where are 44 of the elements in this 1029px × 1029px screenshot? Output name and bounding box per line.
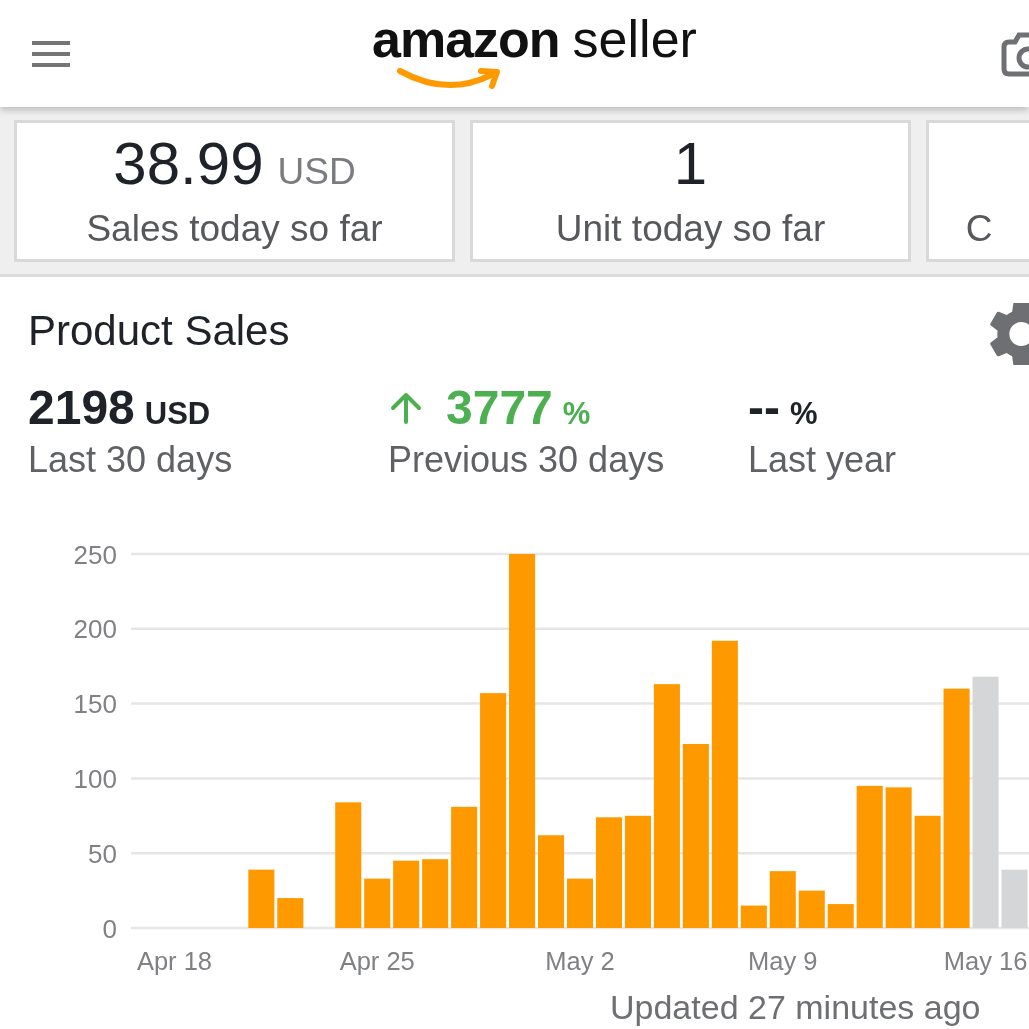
y-tick-label: 0 [102,913,117,944]
stat-unit: % [562,396,591,432]
sales-bar [277,898,304,929]
sales-bar [393,861,420,929]
card-label: C [964,207,994,251]
sales-bar [1001,870,1028,929]
card-label: Sales today so far [85,207,384,251]
stat-label: Last 30 days [28,438,234,482]
sales-bar [769,871,796,929]
y-tick-label: 100 [73,764,117,795]
sales-bar [364,879,391,929]
x-tick-label: May 9 [748,947,818,976]
x-tick-label: May 2 [545,947,615,976]
menu-icon[interactable] [32,40,70,67]
card-value: 1 [673,129,708,198]
card-label: Unit today so far [554,207,827,251]
sales-bar [248,870,275,929]
y-tick-label: 250 [73,539,117,570]
stat-label: Previous 30 days [388,438,666,482]
updated-timestamp: Updated 27 minutes ago [610,989,982,1027]
sales-bar [798,891,825,929]
stat-unit: USD [144,396,211,432]
x-tick-label: May 16 [943,947,1028,976]
card-value: 38.99 [113,129,264,198]
y-tick-label: 150 [73,689,117,720]
stat-value: 3777 [446,380,553,436]
y-tick-label: 50 [88,839,117,870]
settings-icon[interactable] [990,303,1029,365]
smile-arrow-icon [397,66,503,91]
stat-unit: % [789,396,818,432]
product-wordmark: seller [572,12,697,65]
x-tick-label: Apr 18 [136,947,212,976]
x-tick-label: Apr 25 [339,947,415,976]
card-unit: USD [277,151,356,194]
section-title: Product Sales [28,306,290,356]
sales-bar [740,905,767,929]
camera-icon[interactable] [1001,30,1029,77]
sales-bar [422,859,449,929]
sales-bar [827,904,854,929]
stat-label: Last year [748,438,897,482]
y-tick-label: 200 [73,614,117,645]
stat-value: -- [748,380,780,436]
brand-wordmark: amazon [372,12,560,65]
stat-value: 2198 [28,380,135,436]
